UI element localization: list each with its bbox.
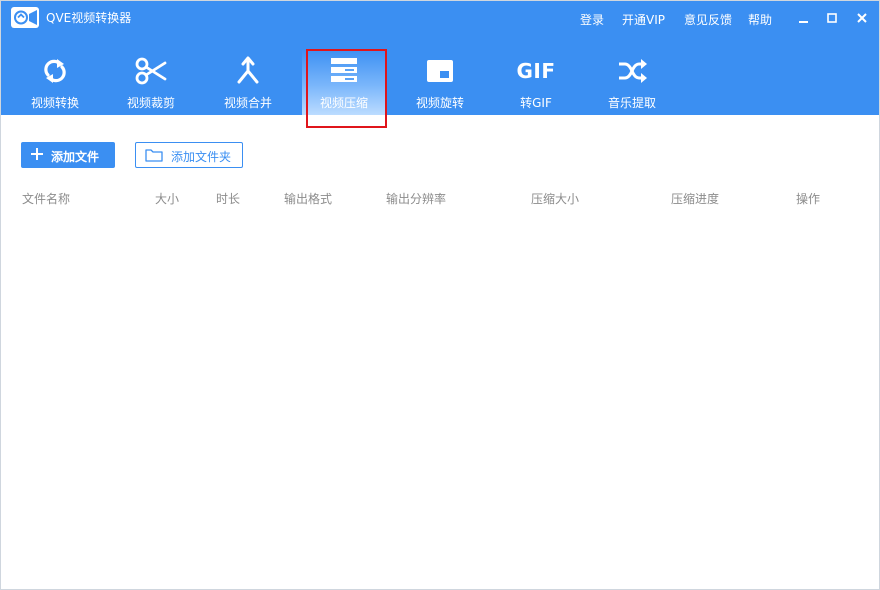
col-duration: 时长 <box>216 192 241 206</box>
col-actions: 操作 <box>796 192 821 206</box>
nav-item-to-gif[interactable]: GIF 转GIF <box>494 49 578 115</box>
app-title: QVE视频转换器 <box>46 11 132 25</box>
nav-item-video-convert[interactable]: 视频转换 <box>13 49 97 115</box>
gif-icon: GIF <box>494 55 578 87</box>
col-output-format: 输出格式 <box>284 192 333 206</box>
nav-label: 视频压缩 <box>319 96 368 110</box>
nav-label: 视频转换 <box>30 96 79 110</box>
nav-item-video-rotate[interactable]: 视频旋转 <box>398 49 482 115</box>
gif-icon-text: GIF <box>516 59 556 83</box>
nav-item-video-crop[interactable]: 视频裁剪 <box>109 49 193 115</box>
col-compressed-size: 压缩大小 <box>531 192 580 206</box>
maximize-icon[interactable] <box>823 9 841 27</box>
nav-label: 视频旋转 <box>415 96 464 110</box>
col-size: 大小 <box>155 192 180 206</box>
compress-icon <box>302 55 386 87</box>
folder-icon <box>145 149 163 162</box>
plus-icon <box>31 148 43 160</box>
shuffle-icon <box>590 55 674 87</box>
add-folder-label: 添加文件夹 <box>171 150 232 164</box>
close-icon[interactable] <box>853 9 871 27</box>
nav-label: 视频裁剪 <box>126 96 175 110</box>
app-logo-icon <box>11 7 39 28</box>
rotate-icon <box>398 55 482 87</box>
minimize-icon[interactable] <box>794 9 812 27</box>
vip-link[interactable]: 开通VIP <box>622 11 665 28</box>
add-file-button[interactable]: 添加文件 <box>21 142 115 168</box>
title-bar: QVE视频转换器 登录 开通VIP 意见反馈 帮助 <box>1 1 879 35</box>
feedback-link[interactable]: 意见反馈 <box>684 11 732 28</box>
header-bar: QVE视频转换器 登录 开通VIP 意见反馈 帮助 视频转换 视频裁剪 视频合并… <box>1 1 879 115</box>
refresh-icon <box>13 55 97 87</box>
add-folder-button[interactable]: 添加文件夹 <box>135 142 243 168</box>
login-link[interactable]: 登录 <box>580 11 604 28</box>
app-window: QVE视频转换器 登录 开通VIP 意见反馈 帮助 视频转换 视频裁剪 视频合并… <box>0 0 880 590</box>
merge-icon <box>206 55 290 87</box>
scissors-icon <box>109 55 193 87</box>
col-compress-progress: 压缩进度 <box>671 192 720 206</box>
nav-label: 音乐提取 <box>607 96 656 110</box>
col-output-resolution: 输出分辨率 <box>386 192 447 206</box>
nav-item-video-compress[interactable]: 视频压缩 <box>302 49 386 115</box>
col-file-name: 文件名称 <box>22 192 71 206</box>
nav-label: 转GIF <box>520 96 552 110</box>
add-file-label: 添加文件 <box>51 150 100 164</box>
nav-item-music-extract[interactable]: 音乐提取 <box>590 49 674 115</box>
nav-label: 视频合并 <box>223 96 272 110</box>
help-link[interactable]: 帮助 <box>748 11 772 28</box>
nav-item-video-merge[interactable]: 视频合并 <box>206 49 290 115</box>
